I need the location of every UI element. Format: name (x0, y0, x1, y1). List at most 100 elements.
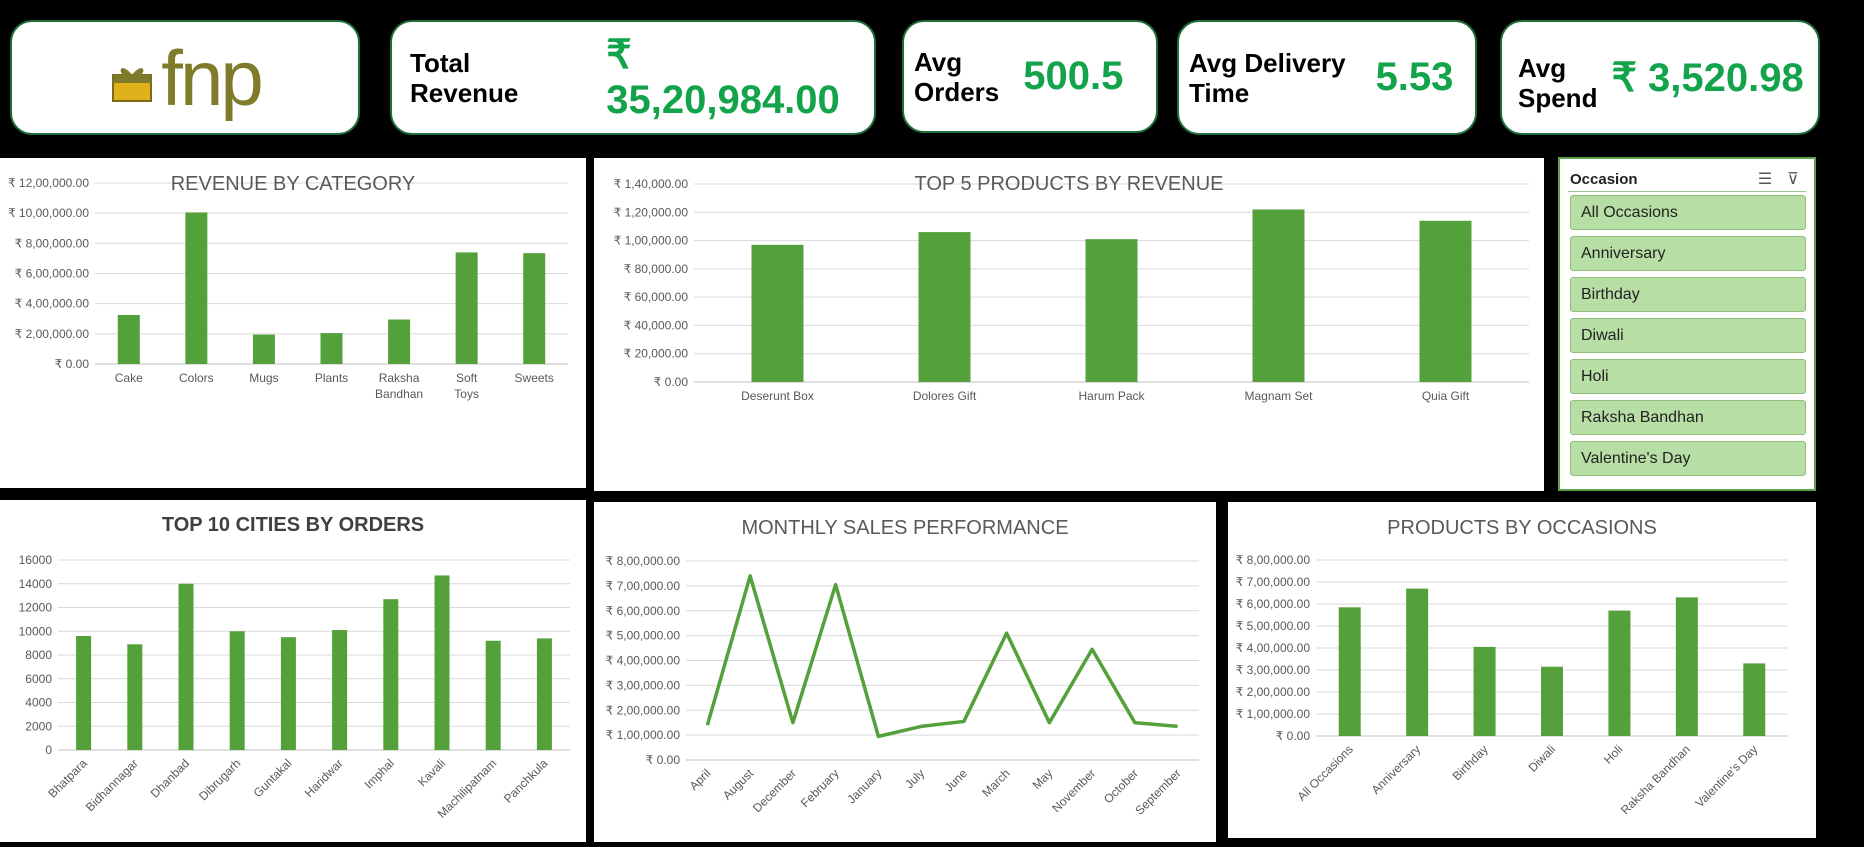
chart-svg: ₹ 0.00₹ 20,000.00₹ 40,000.00₹ 60,000.00₹… (594, 158, 1544, 491)
chart-revenue-by-category: REVENUE BY CATEGORY ₹ 0.00₹ 2,00,000.00₹… (0, 158, 586, 488)
x-tick-label: Bidhannagar (83, 756, 141, 814)
kpi-avg-spend-label-line2: Spend (1518, 83, 1597, 113)
x-tick-label: Diwali (1526, 742, 1559, 775)
x-tick-label: December (750, 766, 799, 815)
x-tick-label: Soft Toys (454, 371, 479, 401)
bar (321, 333, 343, 364)
x-tick-label: Anniversary (1369, 742, 1424, 797)
y-tick-label: ₹ 40,000.00 (624, 318, 689, 332)
y-tick-label: 6000 (25, 672, 52, 686)
x-tick-label: Harum Pack (1078, 389, 1145, 403)
x-tick-label-line: Raksha (379, 371, 420, 385)
multi-select-icon[interactable]: ☰ (1754, 169, 1776, 189)
kpi-avg-delivery-value: 5.53 (1376, 55, 1454, 100)
y-tick-label: ₹ 10,00,000.00 (8, 206, 89, 220)
chart-svg: ₹ 0.00₹ 1,00,000.00₹ 2,00,000.00₹ 3,00,0… (1228, 502, 1816, 838)
y-tick-label: 2000 (25, 719, 52, 733)
y-tick-label: ₹ 0.00 (654, 375, 689, 389)
occasion-slicer: Occasion ☰ ⊽ All OccasionsAnniversaryBir… (1558, 157, 1816, 491)
slicer-item[interactable]: Diwali (1570, 318, 1806, 353)
kpi-avg-orders-label: Avg Orders (914, 47, 999, 107)
chart-svg: ₹ 0.00₹ 1,00,000.00₹ 2,00,000.00₹ 3,00,0… (594, 502, 1216, 842)
bar (383, 599, 398, 750)
clear-filter-icon[interactable]: ⊽ (1782, 169, 1804, 189)
x-tick-label: Deserunt Box (741, 389, 814, 403)
x-tick-label: Raksha Bandhan (1618, 742, 1693, 817)
x-tick-label: Kavali (415, 756, 448, 789)
bar (281, 637, 296, 750)
x-tick-label: Dibrugarh (196, 756, 243, 803)
x-tick-label-line: Bandhan (375, 387, 423, 401)
bar (332, 630, 347, 750)
x-tick-label: September (1132, 766, 1183, 817)
bar (230, 631, 245, 750)
bar (118, 315, 140, 364)
kpi-avg-orders-value: 500.5 (1023, 54, 1123, 99)
x-tick-label: Valentine's Day (1692, 742, 1760, 810)
chart-title: REVENUE BY CATEGORY (0, 173, 586, 196)
y-tick-label: ₹ 2,00,000.00 (606, 703, 681, 717)
gift-box-icon (109, 59, 155, 105)
logo-card: fnp (10, 20, 360, 135)
slicer-item[interactable]: Holi (1570, 359, 1806, 394)
y-tick-label: ₹ 5,00,000.00 (1236, 619, 1311, 633)
y-tick-label: ₹ 7,00,000.00 (606, 579, 681, 593)
y-tick-label: ₹ 6,00,000.00 (1236, 597, 1311, 611)
x-tick-label: Quia Gift (1422, 389, 1470, 403)
bar (76, 636, 91, 750)
x-tick-label: May (1030, 766, 1056, 792)
x-tick-label: July (902, 766, 927, 791)
x-tick-label: June (942, 766, 971, 795)
x-tick-label: Mugs (249, 371, 278, 385)
chart-title: MONTHLY SALES PERFORMANCE (594, 517, 1216, 540)
x-tick-label: Cake (115, 371, 143, 385)
x-tick-label: Plants (315, 371, 348, 385)
logo-text: fnp (161, 43, 260, 113)
bar (752, 245, 804, 382)
bar (919, 232, 971, 382)
y-tick-label: ₹ 0.00 (1276, 729, 1311, 743)
slicer-item[interactable]: All Occasions (1570, 195, 1806, 230)
y-tick-label: ₹ 0.00 (55, 357, 90, 371)
x-tick-label: Haridwar (302, 756, 346, 800)
slicer-item[interactable]: Valentine's Day (1570, 441, 1806, 476)
kpi-avg-spend: Avg Spend ₹ 3,520.98 (1500, 20, 1820, 135)
y-tick-label: 12000 (19, 601, 53, 615)
kpi-avg-spend-label: Avg Spend (1518, 53, 1597, 113)
x-tick-label: Panchkula (501, 756, 551, 806)
x-tick-label: October (1101, 766, 1141, 806)
y-tick-label: 4000 (25, 696, 52, 710)
x-tick-label: Colors (179, 371, 214, 385)
y-tick-label: ₹ 1,00,000.00 (614, 234, 689, 248)
series-line (707, 576, 1177, 736)
y-tick-label: ₹ 7,00,000.00 (1236, 575, 1311, 589)
y-tick-label: ₹ 8,00,000.00 (606, 554, 681, 568)
kpi-avg-delivery-label-line1: Avg Delivery (1189, 48, 1346, 78)
x-tick-label-line: Soft (456, 371, 478, 385)
x-tick-label: Imphal (362, 756, 397, 791)
slicer-item[interactable]: Raksha Bandhan (1570, 400, 1806, 435)
bar (435, 575, 450, 750)
bar (253, 335, 275, 364)
y-tick-label: ₹ 8,00,000.00 (15, 236, 90, 250)
chart-products-by-occasion: PRODUCTS BY OCCASIONS ₹ 0.00₹ 1,00,000.0… (1228, 502, 1816, 838)
kpi-avg-orders: Avg Orders 500.5 (902, 20, 1158, 133)
x-tick-label: Dolores Gift (913, 389, 977, 403)
y-tick-label: ₹ 1,00,000.00 (606, 728, 681, 742)
bar (1086, 239, 1138, 382)
chart-title: TOP 5 PRODUCTS BY REVENUE (594, 173, 1544, 196)
x-tick-label: Birthday (1450, 742, 1491, 783)
kpi-avg-delivery-label: Avg Delivery Time (1189, 48, 1346, 108)
kpi-total-revenue-label: Total Revenue (410, 48, 584, 108)
y-tick-label: 0 (45, 743, 52, 757)
slicer-item[interactable]: Birthday (1570, 277, 1806, 312)
x-tick-label: February (798, 766, 842, 810)
x-tick-label: April (687, 766, 714, 793)
y-tick-label: ₹ 2,00,000.00 (15, 327, 90, 341)
slicer-item[interactable]: Anniversary (1570, 236, 1806, 271)
chart-svg: ₹ 0.00₹ 2,00,000.00₹ 4,00,000.00₹ 6,00,0… (0, 158, 586, 488)
x-tick-label: August (720, 766, 757, 803)
x-tick-label-line: Toys (454, 387, 479, 401)
kpi-avg-orders-label-line2: Orders (914, 77, 999, 107)
x-tick-label: January (844, 766, 884, 806)
